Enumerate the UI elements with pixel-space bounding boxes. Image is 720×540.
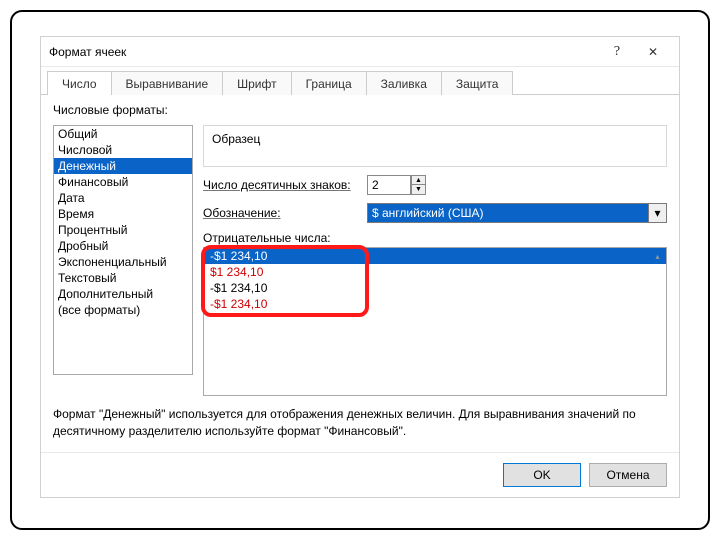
tab-3[interactable]: Граница <box>291 71 367 95</box>
dialog-buttons: OK Отмена <box>41 452 679 497</box>
tab-4[interactable]: Заливка <box>366 71 442 95</box>
negative-option[interactable]: -$1 234,10 <box>204 280 666 296</box>
format-category-item[interactable]: Дата <box>54 190 192 206</box>
spinner-down-icon[interactable]: ▼ <box>411 185 426 195</box>
decimals-spinner[interactable]: ▲ ▼ <box>367 175 426 195</box>
dialog-title: Формат ячеек <box>49 45 599 59</box>
symbol-row: Обозначение: $ английский (США) ▾ <box>203 203 667 223</box>
formats-label: Числовые форматы: <box>53 103 667 117</box>
format-category-item[interactable]: Текстовый <box>54 270 192 286</box>
cancel-button[interactable]: Отмена <box>589 463 667 487</box>
format-category-item[interactable]: Процентный <box>54 222 192 238</box>
format-category-item[interactable]: Дополнительный <box>54 286 192 302</box>
negative-option[interactable]: -$1 234,10 <box>204 248 666 264</box>
negative-numbers-list[interactable]: ▴ -$1 234,10$1 234,10-$1 234,10-$1 234,1… <box>203 247 667 396</box>
ok-button[interactable]: OK <box>503 463 581 487</box>
spinner-up-icon[interactable]: ▲ <box>411 175 426 185</box>
negative-option[interactable]: $1 234,10 <box>204 264 666 280</box>
symbol-label: Обозначение: <box>203 206 361 220</box>
tab-1[interactable]: Выравнивание <box>111 71 224 95</box>
tab-5[interactable]: Защита <box>441 71 514 95</box>
tab-2[interactable]: Шрифт <box>222 71 291 95</box>
titlebar: Формат ячеек ? ✕ <box>41 37 679 67</box>
tab-strip: ЧислоВыравниваниеШрифтГраницаЗаливкаЗащи… <box>41 67 679 95</box>
format-description: Формат "Денежный" используется для отобр… <box>53 402 667 444</box>
negative-option[interactable]: -$1 234,10 <box>204 296 666 312</box>
format-category-item[interactable]: Денежный <box>54 158 192 174</box>
format-cells-dialog: Формат ячеек ? ✕ ЧислоВыравниваниеШрифтГ… <box>40 36 680 498</box>
format-category-item[interactable]: Общий <box>54 126 192 142</box>
negative-label: Отрицательные числа: <box>203 231 667 245</box>
format-category-item[interactable]: (все форматы) <box>54 302 192 318</box>
symbol-combobox[interactable]: $ английский (США) <box>367 203 649 223</box>
tab-content-number: Числовые форматы: ОбщийЧисловойДенежныйФ… <box>41 95 679 452</box>
format-category-item[interactable]: Финансовый <box>54 174 192 190</box>
decimals-input[interactable] <box>367 175 411 195</box>
decimals-row: Число десятичных знаков: ▲ ▼ <box>203 175 667 195</box>
sample-group: Образец <box>203 125 667 167</box>
format-category-item[interactable]: Числовой <box>54 142 192 158</box>
close-icon[interactable]: ✕ <box>635 40 671 64</box>
help-icon[interactable]: ? <box>599 40 635 64</box>
decimals-label: Число десятичных знаков: <box>203 178 361 192</box>
screenshot-frame: Формат ячеек ? ✕ ЧислоВыравниваниеШрифтГ… <box>10 10 710 530</box>
chevron-down-icon[interactable]: ▾ <box>649 203 667 223</box>
format-category-list[interactable]: ОбщийЧисловойДенежныйФинансовыйДатаВремя… <box>53 125 193 375</box>
tab-0[interactable]: Число <box>47 71 112 95</box>
format-category-item[interactable]: Время <box>54 206 192 222</box>
scroll-hint-icon: ▴ <box>651 250 664 263</box>
format-category-item[interactable]: Дробный <box>54 238 192 254</box>
sample-label: Образец <box>212 132 658 146</box>
format-category-item[interactable]: Экспоненциальный <box>54 254 192 270</box>
